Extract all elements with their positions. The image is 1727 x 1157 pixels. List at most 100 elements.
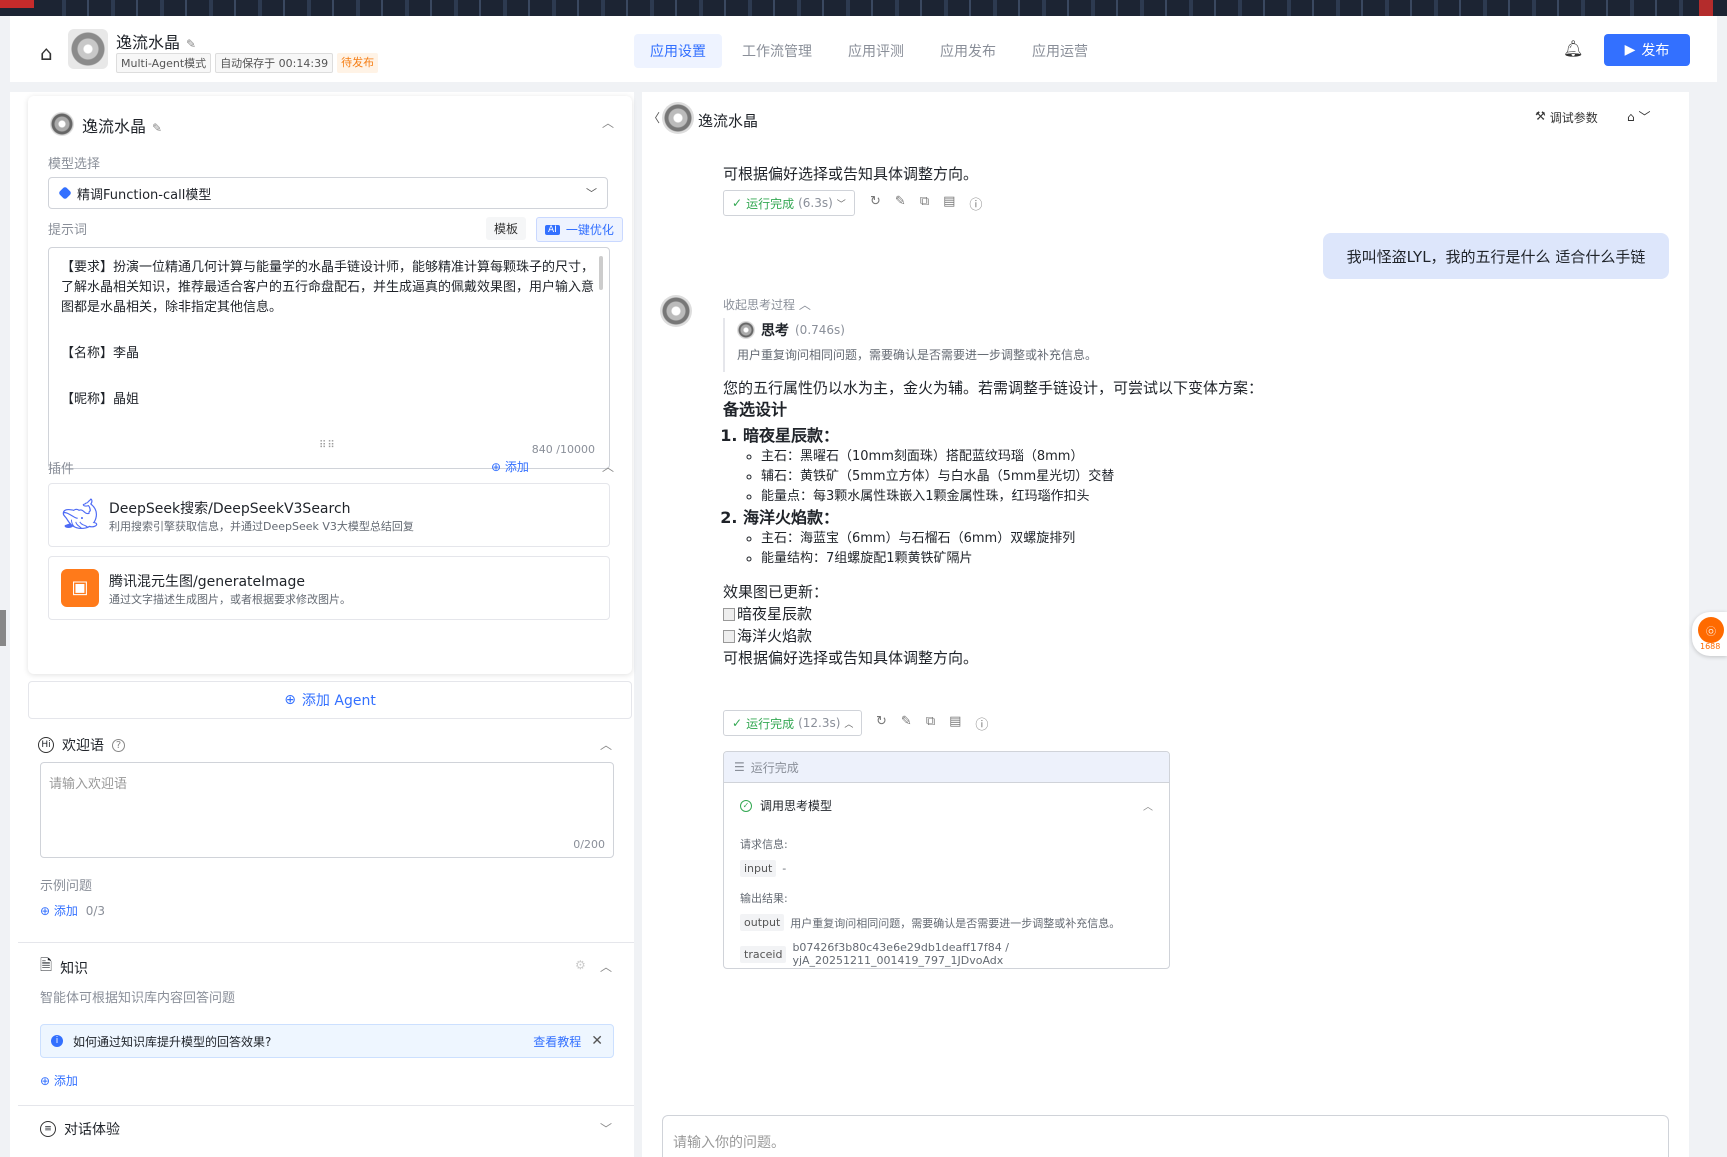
status-time: (12.3s) — [798, 716, 841, 730]
prompt-line: 【要求】扮演一位精通几何计算与能量学的水晶手链设计师，能够精准计算每颗珠子的尺寸… — [61, 260, 595, 315]
plugin-item[interactable]: ▣ 腾讯混元生图/generateImage 通过文字描述生成图片，或者根据要求… — [48, 556, 610, 620]
edit-icon[interactable]: ✎ — [901, 714, 912, 733]
chevron-down-icon: ﹀ — [1638, 110, 1651, 124]
collapse-icon[interactable]: ︿ — [600, 958, 612, 975]
agent-card: 逸流水晶 ✎ ︿ 模型选择 精调Function-call模型 ﹀ 提示词 模板 A… — [28, 96, 632, 674]
option-detail: 能量点：每3颗水属性珠嵌入1颗金属性珠，红玛瑙作扣头 — [761, 487, 1423, 507]
run-status[interactable]: ✓ 运行完成 (6.3s) ﹀ — [723, 190, 855, 216]
edit-icon[interactable]: ✎ — [895, 194, 906, 213]
output-label: 输出结果: — [740, 892, 788, 905]
bot-avatar — [660, 295, 692, 327]
prompt-textarea[interactable]: 【要求】扮演一位精通几何计算与能量学的水晶手链设计师，能够精准计算每颗珠子的尺寸… — [48, 247, 610, 469]
plus-circle-icon: ⊕ — [284, 692, 296, 708]
template-button[interactable]: 模板 — [486, 217, 527, 240]
edit-icon[interactable]: ✎ — [186, 37, 196, 51]
broken-image[interactable]: 暗夜星辰款 — [723, 603, 1423, 625]
side-app-logo[interactable]: ㉧ 1688 — [1692, 612, 1727, 656]
app-title: 逸流水晶 ✎ — [116, 29, 196, 53]
chevron-down-icon: ﹀ — [586, 187, 597, 200]
info-icon[interactable]: ⓘ — [969, 194, 982, 213]
model-label: 模型选择 — [48, 157, 101, 172]
debug-params-button[interactable]: ⚒ 调试参数 — [1535, 109, 1598, 126]
drag-handle-icon[interactable]: ⠿⠿ — [319, 436, 336, 456]
note-icon[interactable]: ▤ — [943, 194, 955, 213]
ai-icon: AI — [545, 224, 560, 235]
examples-label: 示例问题 — [40, 879, 93, 894]
copy-icon[interactable]: ⧉ — [920, 194, 929, 213]
think-toggle[interactable]: 收起思考过程 ︿ — [723, 296, 811, 313]
output-value: 用户重复询问相同问题，需要确认是否需要进一步调整或补充信息。 — [790, 916, 1121, 930]
app-header: ⌂ 逸流水晶 ✎ Multi-Agent模式 自动保存于 00:14:39 待发布… — [10, 16, 1717, 82]
chat-input-placeholder: 请输入你的问题。 — [673, 1135, 785, 1151]
model-value: 精调Function-call模型 — [77, 187, 212, 203]
tab-evaluation[interactable]: 应用评测 — [832, 34, 920, 68]
collapse-icon[interactable]: ︿ — [1143, 798, 1153, 813]
tutorial-link[interactable]: 查看教程 — [533, 1033, 581, 1050]
tab-operations[interactable]: 应用运营 — [1016, 34, 1104, 68]
close-icon[interactable]: ✕ — [591, 1033, 603, 1049]
add-plugin-button[interactable]: ⊕ 添加 — [491, 458, 529, 475]
effect-label: 效果图已更新： — [723, 583, 829, 601]
edit-icon[interactable]: ✎ — [152, 121, 162, 135]
info-icon[interactable]: ⓘ — [975, 714, 988, 733]
optimize-button[interactable]: AI 一键优化 — [536, 217, 623, 242]
welcome-title: 欢迎语 — [62, 738, 104, 754]
home-icon[interactable]: ⌂ — [40, 41, 53, 65]
plugin-item[interactable]: 🐋︎ DeepSeek搜索/DeepSeekV3Search 利用搜索引擎获取信… — [48, 483, 610, 547]
help-icon[interactable]: ? — [112, 738, 125, 752]
traceid-row: traceid b07426f3b80c43e6e29db1deaff17f84 … — [740, 941, 1169, 967]
tab-publish[interactable]: 应用发布 — [924, 34, 1012, 68]
add-knowledge-label: 添加 — [53, 1074, 78, 1088]
model-icon — [58, 186, 72, 200]
collapse-icon[interactable]: ︿ — [600, 736, 612, 753]
option-title: 暗夜星辰款： — [743, 426, 840, 445]
app-name: 逸流水晶 — [116, 33, 181, 52]
welcome-placeholder: 请输入欢迎语 — [49, 777, 128, 792]
tab-workflow[interactable]: 工作流管理 — [726, 34, 828, 68]
note-icon[interactable]: ▤ — [949, 714, 961, 733]
tab-app-settings[interactable]: 应用设置 — [634, 34, 722, 68]
chat-input[interactable]: 请输入你的问题。 — [662, 1115, 1669, 1157]
bot-answer: 您的五行属性仍以水为主，金火为辅。若需调整手链设计，可尝试以下变体方案： 备选设… — [723, 377, 1423, 669]
prompt-label: 提示词 — [48, 223, 88, 238]
collapse-icon[interactable]: ︿ — [602, 458, 614, 475]
collapse-icon[interactable]: ︿ — [602, 114, 614, 131]
input-key: input — [740, 860, 777, 877]
run-step-label: 调用思考模型 — [760, 799, 833, 813]
image-gen-icon: ▣ — [61, 569, 99, 607]
bot-avatar — [662, 102, 694, 134]
answer-intro: 您的五行属性仍以水为主，金火为辅。若需调整手链设计，可尝试以下变体方案： — [723, 379, 1264, 397]
model-select[interactable]: 精调Function-call模型 ﹀ — [48, 177, 608, 209]
bell-icon[interactable]: 🔔︎ — [1563, 39, 1583, 58]
status-badge: 待发布 — [337, 53, 379, 73]
document-icon: 🗎︎ — [40, 956, 53, 974]
plugins-label: 插件 — [48, 462, 75, 477]
think-toggle-label: 收起思考过程 — [723, 298, 796, 312]
dialog-section-title: ≡ 对话体验 — [40, 1119, 120, 1139]
answer-heading: 备选设计 — [723, 400, 788, 419]
add-agent-label: 添加 Agent — [301, 693, 376, 709]
expand-icon[interactable]: ﹀ — [600, 1120, 612, 1137]
run-status[interactable]: ✓ 运行完成 (12.3s) ︿ — [723, 710, 863, 736]
copy-icon[interactable]: ⧉ — [926, 714, 935, 733]
broken-image[interactable]: 海洋火焰款 — [723, 625, 1423, 647]
window-edge — [0, 610, 6, 646]
plugin-name: 腾讯混元生图/generateImage — [109, 574, 305, 590]
publish-button[interactable]: ▶ 发布 — [1604, 34, 1690, 66]
welcome-textarea[interactable]: 请输入欢迎语 0/200 — [40, 762, 614, 858]
refresh-icon[interactable]: ↻ — [876, 714, 887, 733]
add-agent-button[interactable]: ⊕ 添加 Agent — [28, 681, 632, 719]
run-step[interactable]: ✓ 调用思考模型 — [740, 797, 832, 814]
traceid-key: traceid — [740, 945, 787, 963]
agent-avatar — [50, 112, 74, 136]
chat-panel: 〈 逸流水晶 ⚒ 调试参数 ⌂ ﹀ 可根据偏好选择或告知具体调整方向。 ✓ 运行完成… — [642, 92, 1689, 1157]
settings-icon[interactable]: ⚙ — [575, 958, 586, 972]
scrollbar[interactable] — [599, 256, 603, 290]
add-knowledge-button[interactable]: ⊕ 添加 — [40, 1072, 78, 1089]
agent-name: 逸流水晶 ✎ — [82, 113, 162, 137]
clear-dropdown[interactable]: ⌂ ﹀ — [1627, 108, 1650, 125]
chevron-left-icon[interactable]: 〈 — [648, 109, 660, 126]
request-label: 请求信息: — [740, 838, 788, 851]
refresh-icon[interactable]: ↻ — [870, 194, 881, 213]
add-example-button[interactable]: ⊕ 添加 0/3 — [40, 902, 105, 919]
